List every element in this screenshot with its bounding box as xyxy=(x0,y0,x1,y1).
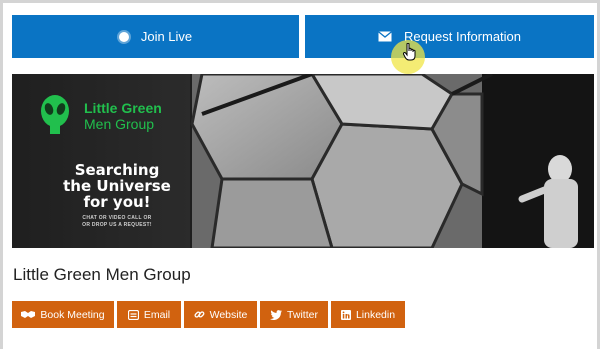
twitter-label: Twitter xyxy=(287,308,318,321)
radio-dot-icon xyxy=(118,31,129,42)
request-information-button[interactable]: Request Information xyxy=(305,15,594,58)
tagline-line1: CHAT OR VIDEO CALL OR xyxy=(82,215,152,221)
twitter-bird-icon xyxy=(270,309,283,320)
brand-name-line1: Little Green xyxy=(84,100,162,116)
book-meeting-label: Book Meeting xyxy=(40,308,105,321)
book-meeting-button[interactable]: Book Meeting xyxy=(12,301,114,328)
handshake-icon xyxy=(21,310,36,319)
profile-title: Little Green Men Group xyxy=(13,265,191,284)
envelope-icon xyxy=(378,31,392,42)
linkedin-button[interactable]: Linkedin xyxy=(331,301,405,328)
tagline-line2: OR DROP US A REQUEST! xyxy=(82,222,152,228)
link-icon xyxy=(194,309,205,320)
join-live-button[interactable]: Join Live xyxy=(12,15,299,58)
headline-line1: Searching xyxy=(74,161,160,179)
website-button[interactable]: Website xyxy=(184,301,257,328)
website-label: Website xyxy=(209,308,248,321)
email-icon xyxy=(127,309,139,320)
twitter-button[interactable]: Twitter xyxy=(260,301,328,328)
headline-line2: the Universe xyxy=(63,177,171,195)
banner-image: Little Green Men Group Searching the Uni… xyxy=(12,74,594,248)
hand-pointer-cursor-icon xyxy=(402,42,417,66)
email-button[interactable]: Email xyxy=(117,301,181,328)
join-live-label: Join Live xyxy=(140,29,193,44)
headline-line3: for you! xyxy=(83,193,151,211)
email-label: Email xyxy=(143,308,171,321)
linkedin-label: Linkedin xyxy=(355,308,396,321)
request-information-label: Request Information xyxy=(403,29,522,44)
linkedin-icon xyxy=(340,309,351,320)
brand-name-line2: Men Group xyxy=(84,116,155,132)
